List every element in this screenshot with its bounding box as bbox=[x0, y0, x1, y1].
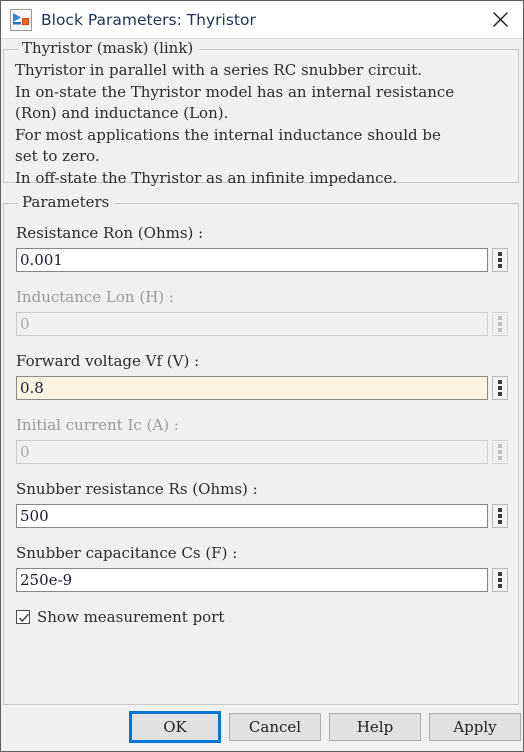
field-initial-current-ic: Initial current Ic (A) : bbox=[16, 414, 508, 464]
block-parameters-dialog: Block Parameters: Thyristor Thyristor (m… bbox=[0, 0, 524, 752]
cancel-button[interactable]: Cancel bbox=[229, 713, 321, 741]
vertical-dots-icon-snubber-resistance-rs[interactable] bbox=[492, 504, 508, 528]
field-resistance-ron: Resistance Ron (Ohms) : bbox=[16, 222, 508, 272]
apply-button[interactable]: Apply bbox=[429, 713, 521, 741]
show-measurement-port-label: Show measurement port bbox=[37, 608, 225, 626]
help-button[interactable]: Help bbox=[329, 713, 421, 741]
title-bar: Block Parameters: Thyristor bbox=[1, 1, 523, 39]
input-inductance-lon bbox=[16, 312, 488, 336]
description-groupbox: Thyristor (mask) (link) Thyristor in par… bbox=[3, 39, 519, 187]
vertical-dots-icon-forward-voltage-vf[interactable] bbox=[492, 376, 508, 400]
input-forward-voltage-vf[interactable] bbox=[16, 376, 488, 400]
window-title: Block Parameters: Thyristor bbox=[41, 10, 256, 29]
close-icon[interactable] bbox=[477, 1, 523, 37]
field-snubber-resistance-rs: Snubber resistance Rs (Ohms) : bbox=[16, 478, 508, 528]
field-label-forward-voltage-vf: Forward voltage Vf (V) : bbox=[16, 352, 200, 370]
field-snubber-capacitance-cs: Snubber capacitance Cs (F) : bbox=[16, 542, 508, 592]
dialog-button-bar: OK Cancel Help Apply bbox=[1, 705, 523, 751]
input-snubber-capacitance-cs[interactable] bbox=[16, 568, 488, 592]
simulink-block-icon bbox=[10, 8, 32, 31]
input-resistance-ron[interactable] bbox=[16, 248, 488, 272]
vertical-dots-icon-snubber-capacitance-cs[interactable] bbox=[492, 568, 508, 592]
field-label-snubber-resistance-rs: Snubber resistance Rs (Ohms) : bbox=[16, 480, 258, 498]
parameters-group-legend: Parameters bbox=[18, 193, 116, 211]
ok-button[interactable]: OK bbox=[129, 711, 221, 743]
field-label-resistance-ron: Resistance Ron (Ohms) : bbox=[16, 224, 204, 242]
field-label-snubber-capacitance-cs: Snubber capacitance Cs (F) : bbox=[16, 544, 238, 562]
vertical-dots-icon-resistance-ron[interactable] bbox=[492, 248, 508, 272]
description-text: Thyristor in parallel with a series RC s… bbox=[15, 61, 455, 187]
field-forward-voltage-vf: Forward voltage Vf (V) : bbox=[16, 350, 508, 400]
field-inductance-lon: Inductance Lon (H) : bbox=[16, 286, 508, 336]
parameters-groupbox: Parameters Resistance Ron (Ohms) : Induc… bbox=[3, 193, 519, 705]
vertical-dots-icon-initial-current-ic bbox=[492, 440, 508, 464]
input-snubber-resistance-rs[interactable] bbox=[16, 504, 488, 528]
checkmark-icon[interactable] bbox=[16, 610, 30, 624]
input-initial-current-ic bbox=[16, 440, 488, 464]
description-group-legend: Thyristor (mask) (link) bbox=[18, 39, 200, 57]
field-label-initial-current-ic: Initial current Ic (A) : bbox=[16, 416, 179, 434]
vertical-dots-icon-inductance-lon bbox=[492, 312, 508, 336]
field-label-inductance-lon: Inductance Lon (H) : bbox=[16, 288, 174, 306]
show-measurement-port-checkbox-row[interactable]: Show measurement port bbox=[16, 608, 224, 626]
